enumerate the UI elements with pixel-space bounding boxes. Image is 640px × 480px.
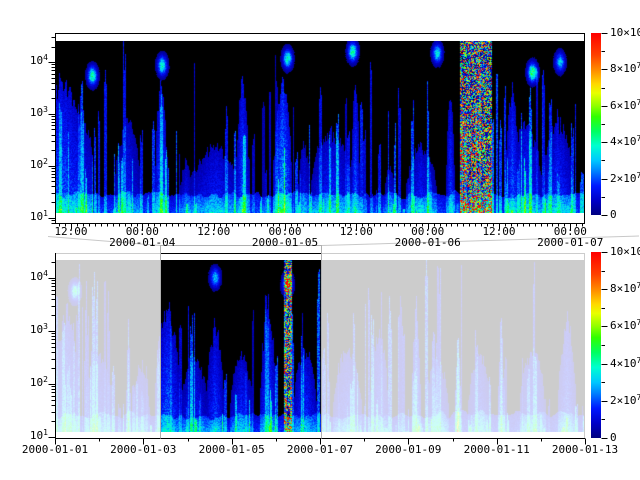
exponent: 2 — [43, 375, 48, 384]
context-colorbar-tick-label: 8×107 — [610, 283, 640, 295]
detail-x-tick-label: 12:00 — [197, 226, 230, 237]
exponent: 3 — [43, 322, 48, 331]
detail-colorbar-tick-label: 4×107 — [610, 136, 640, 148]
exponent: 7 — [637, 393, 640, 402]
exponent: 4 — [43, 53, 48, 62]
detail-y-tick-label: 104 — [12, 55, 48, 67]
context-x-date-label: 2000-01-05 — [199, 444, 265, 455]
detail-x-tick-label: 12:00 — [340, 226, 373, 237]
context-colorbar-tick-label: 2×107 — [610, 395, 640, 407]
exponent: 3 — [43, 105, 48, 114]
detail-colorbar-tick-label: 0 — [610, 209, 617, 220]
exponent: 7 — [637, 134, 640, 143]
detail-colorbar-tick-label: 2×107 — [610, 173, 640, 185]
context-colorbar-tick-label: 6×107 — [610, 320, 640, 332]
context-x-date-label: 2000-01-07 — [287, 444, 353, 455]
exponent: 7 — [637, 61, 640, 70]
context-x-date-label: 2000-01-13 — [552, 444, 618, 455]
context-x-date-label: 2000-01-11 — [464, 444, 530, 455]
exponent: 7 — [637, 356, 640, 365]
context-colorbar-tick-label: 0 — [610, 432, 617, 443]
exponent: 1 — [43, 428, 48, 437]
detail-y-tick-label: 102 — [12, 159, 48, 171]
exponent: 7 — [637, 98, 640, 107]
detail-x-date-label: 2000-01-04 — [109, 237, 175, 248]
exponent: 4 — [43, 269, 48, 278]
context-x-date-label: 2000-01-03 — [110, 444, 176, 455]
context-x-date-label: 2000-01-01 — [22, 444, 88, 455]
context-x-date-label: 2000-01-09 — [375, 444, 441, 455]
detail-x-date-label: 2000-01-05 — [252, 237, 318, 248]
exponent: 1 — [43, 209, 48, 218]
exponent: 7 — [637, 171, 640, 180]
detail-x-tick-label: 12:00 — [54, 226, 87, 237]
context-colorbar-tick-label: 4×107 — [610, 358, 640, 370]
detail-x-date-label: 2000-01-06 — [395, 237, 461, 248]
context-y-tick-label: 104 — [12, 271, 48, 283]
exponent: 2 — [43, 157, 48, 166]
detail-colorbar-tick-label: 6×107 — [610, 100, 640, 112]
axis-labels-layer: 12:0000:002000-01-0412:0000:002000-01-05… — [0, 0, 640, 480]
detail-colorbar-tick-label: 10×107 — [610, 27, 640, 39]
context-y-tick-label: 103 — [12, 324, 48, 336]
detail-x-tick-label: 12:00 — [482, 226, 515, 237]
exponent: 7 — [637, 281, 640, 290]
context-y-tick-label: 102 — [12, 377, 48, 389]
detail-x-date-label: 2000-01-07 — [537, 237, 603, 248]
detail-colorbar-tick-label: 8×107 — [610, 63, 640, 75]
tplot-figure: 12:0000:002000-01-0412:0000:002000-01-05… — [0, 0, 640, 480]
exponent: 7 — [637, 318, 640, 327]
detail-y-tick-label: 101 — [12, 211, 48, 223]
context-y-tick-label: 101 — [12, 430, 48, 442]
detail-y-tick-label: 103 — [12, 107, 48, 119]
context-colorbar-tick-label: 10×107 — [610, 246, 640, 258]
